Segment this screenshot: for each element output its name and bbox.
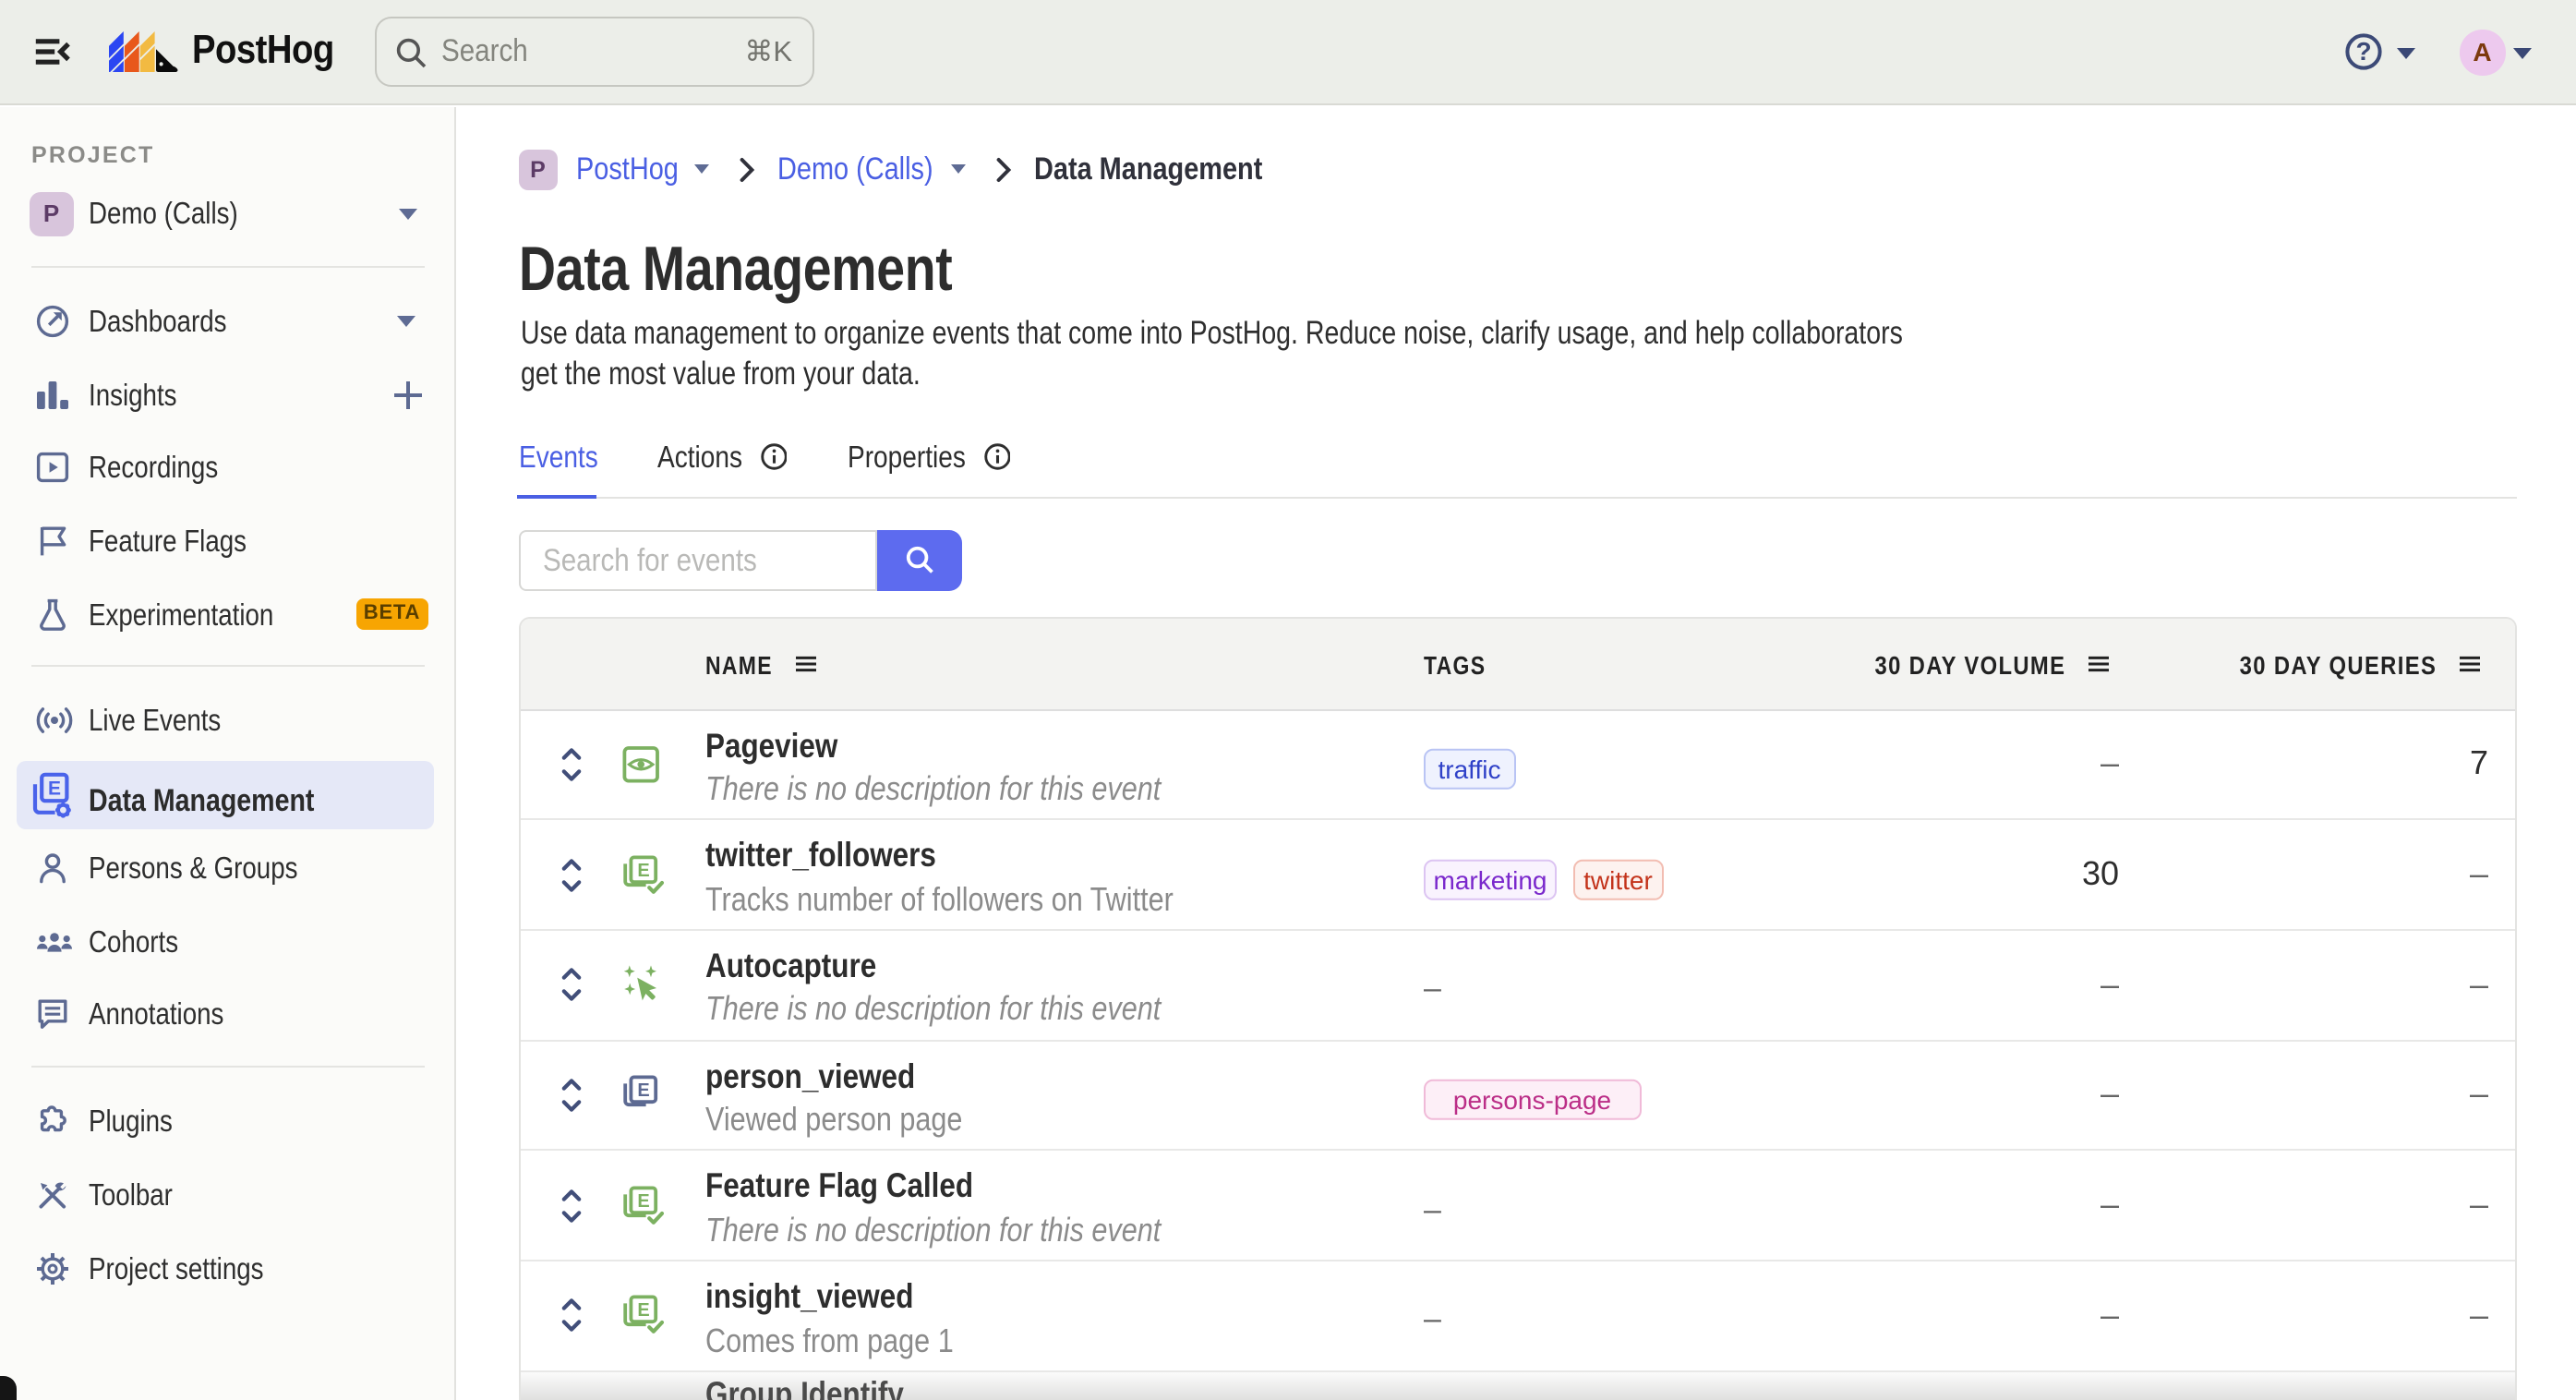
svg-text:E: E [637, 860, 649, 880]
svg-text:E: E [637, 1301, 649, 1322]
svg-text:E: E [637, 1190, 649, 1211]
svg-text:E: E [637, 1080, 649, 1101]
svg-text:?: ? [2355, 37, 2371, 66]
svg-text:E: E [47, 778, 60, 800]
